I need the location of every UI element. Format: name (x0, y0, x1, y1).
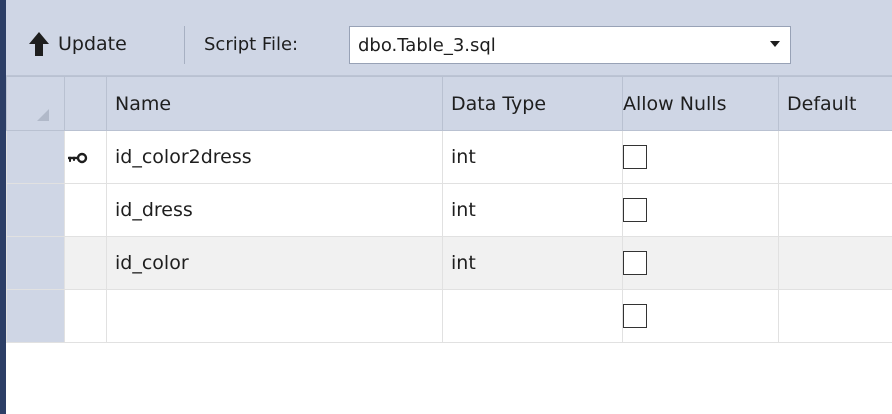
column-header-allow-nulls[interactable]: Allow Nulls (622, 76, 779, 131)
script-file-label: Script File: (204, 33, 299, 55)
key-icon (68, 152, 88, 163)
column-header-name[interactable]: Name (106, 76, 443, 131)
columns-grid: Name Data Type Allow Nulls Default id_co… (6, 76, 892, 343)
table-row[interactable]: id_color int (6, 236, 892, 290)
allow-nulls-cell (622, 183, 779, 237)
key-cell (64, 236, 107, 290)
chevron-down-icon[interactable] (770, 41, 780, 47)
allow-nulls-checkbox[interactable] (623, 145, 647, 169)
data-type-cell[interactable]: int (442, 130, 623, 184)
corner-triangle-icon (37, 108, 49, 121)
key-cell (64, 130, 107, 184)
column-name-cell[interactable]: id_dress (106, 183, 443, 237)
grid-header-row: Name Data Type Allow Nulls Default (6, 76, 892, 131)
column-name-cell[interactable]: id_color2dress (106, 130, 443, 184)
data-type-cell[interactable]: int (442, 183, 623, 237)
key-cell (64, 183, 107, 237)
allow-nulls-cell (622, 289, 779, 343)
script-file-value: dbo.Table_3.sql (358, 34, 496, 56)
column-name-cell[interactable] (106, 289, 443, 343)
column-header-default[interactable]: Default (778, 76, 892, 131)
allow-nulls-checkbox[interactable] (623, 198, 647, 222)
key-cell (64, 289, 107, 343)
update-button-label: Update (58, 33, 127, 55)
allow-nulls-checkbox[interactable] (623, 251, 647, 275)
data-type-cell[interactable] (442, 289, 623, 343)
column-name-cell[interactable]: id_color (106, 236, 443, 290)
row-selector[interactable] (6, 183, 65, 237)
default-cell[interactable] (778, 183, 892, 237)
column-header-data-type[interactable]: Data Type (442, 76, 623, 131)
allow-nulls-cell (622, 130, 779, 184)
row-selector[interactable] (6, 236, 65, 290)
table-row[interactable] (6, 289, 892, 343)
update-button[interactable]: Update (28, 26, 127, 62)
default-cell[interactable] (778, 130, 892, 184)
up-arrow-icon (29, 32, 49, 56)
default-cell[interactable] (778, 289, 892, 343)
row-selector[interactable] (6, 130, 65, 184)
allow-nulls-checkbox[interactable] (623, 304, 647, 328)
script-file-dropdown[interactable]: dbo.Table_3.sql (349, 26, 791, 64)
select-all-corner[interactable] (6, 76, 65, 131)
toolbar-separator (184, 26, 185, 64)
designer-toolbar: Update Script File: dbo.Table_3.sql (6, 0, 892, 76)
data-type-cell[interactable]: int (442, 236, 623, 290)
table-row[interactable]: id_dress int (6, 183, 892, 237)
key-column-header (64, 76, 107, 131)
allow-nulls-cell (622, 236, 779, 290)
row-selector[interactable] (6, 289, 65, 343)
table-row[interactable]: id_color2dress int (6, 130, 892, 184)
default-cell[interactable] (778, 236, 892, 290)
